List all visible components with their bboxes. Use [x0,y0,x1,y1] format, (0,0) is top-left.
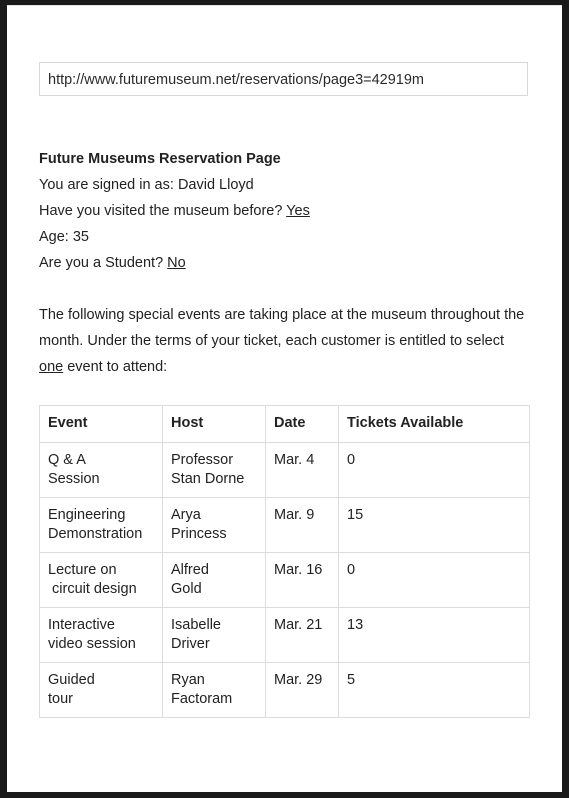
event-line: Interactive [48,617,115,633]
event-line: Q & A [48,452,86,468]
intro-text-end: event to attend: [63,359,168,375]
host-line: Isabelle [171,617,221,633]
age-label: Age: [39,229,73,245]
table-row[interactable]: Interactive video session Isabelle Driver … [39,607,530,663]
signed-in-label: You are signed in as: [39,177,178,193]
host-line: Princess [171,526,227,542]
student-question: Are you a Student? [39,255,168,271]
page: http://www.futuremuseum.net/reservations… [7,5,562,792]
event-line: Session [48,471,100,487]
host-line: Driver [171,636,210,652]
event-cell: Guided tour [39,662,163,718]
table-row[interactable]: Lecture on circuit design Alfred Gold Mar… [39,552,530,608]
visited-answer-link[interactable]: Yes [286,203,310,219]
host-line: Stan Dorne [171,471,245,487]
signed-in-name: David Lloyd [177,177,254,193]
visited-line: Have you visited the museum before? Yes [39,198,539,224]
student-answer-link[interactable]: No [167,255,186,271]
signed-in-line: You are signed in as: David Lloyd [39,172,539,198]
intro-emphasis: one [39,359,64,375]
table-header-row: Event Host Date Tickets Available [39,405,530,443]
host-cell: Isabelle Driver [162,607,266,663]
host-cell: Alfred Gold [162,552,266,608]
reservation-info: Future Museums Reservation Page You are … [39,146,539,276]
event-line: Guided [48,672,95,688]
host-line: Arya [171,507,201,523]
tickets-cell: 15 [338,497,530,553]
tickets-cell: 0 [338,442,530,498]
host-cell: Ryan Factoram [162,662,266,718]
host-cell: Arya Princess [162,497,266,553]
header-host: Host [162,405,266,443]
host-cell: Professor Stan Dorne [162,442,266,498]
event-line: video session [48,636,136,652]
event-line: Lecture on [48,562,117,578]
date-cell: Mar. 4 [265,442,339,498]
visited-question: Have you visited the museum before? [39,203,287,219]
events-intro: The following special events are taking … [39,302,529,380]
header-event: Event [39,405,163,443]
host-line: Professor [171,452,234,468]
date-cell: Mar. 21 [265,607,339,663]
event-cell: Interactive video session [39,607,163,663]
host-line: Ryan [171,672,205,688]
student-line: Are you a Student? No [39,250,539,276]
age-line: Age: 35 [39,224,539,250]
event-line: Engineering [48,507,126,523]
table-row[interactable]: Engineering Demonstration Arya Princess Ma… [39,497,530,553]
tickets-cell: 0 [338,552,530,608]
event-cell: Lecture on circuit design [39,552,163,608]
event-line: tour [48,691,73,707]
events-table: Event Host Date Tickets Available Q & A S… [39,405,530,718]
table-row[interactable]: Q & A Session Professor Stan Dorne Mar. 4 … [39,442,530,498]
event-line: Demonstration [48,526,143,542]
date-cell: Mar. 16 [265,552,339,608]
tickets-cell: 13 [338,607,530,663]
tickets-cell: 5 [338,662,530,718]
event-cell: Engineering Demonstration [39,497,163,553]
event-cell: Q & A Session [39,442,163,498]
table-row[interactable]: Guided tour Ryan Factoram Mar. 29 5 [39,662,530,718]
page-title: Future Museums Reservation Page [39,151,281,167]
host-line: Gold [171,581,202,597]
event-line: circuit design [48,581,137,597]
date-cell: Mar. 9 [265,497,339,553]
header-tickets: Tickets Available [338,405,530,443]
date-cell: Mar. 29 [265,662,339,718]
age-value: 35 [72,229,89,245]
header-date: Date [265,405,339,443]
host-line: Alfred [171,562,209,578]
url-bar[interactable]: http://www.futuremuseum.net/reservations… [39,62,528,96]
intro-text: The following special events are taking … [39,307,525,349]
host-line: Factoram [171,691,233,707]
